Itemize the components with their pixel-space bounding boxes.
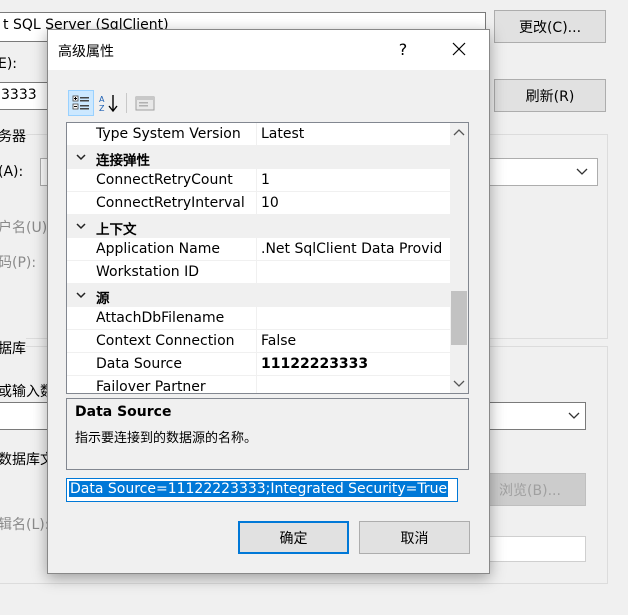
property-row[interactable]: Context Connection False	[67, 330, 450, 353]
property-name: Data Source	[96, 356, 182, 372]
property-value[interactable]: 1	[261, 172, 449, 188]
description-title: Data Source	[75, 404, 172, 420]
password-label: 码(P):	[0, 255, 37, 271]
server-value: 3333	[1, 87, 37, 103]
toolbar-separator	[126, 93, 127, 113]
attach-db-label: 数据库文	[0, 452, 54, 468]
connection-string-field[interactable]: Data Source=11122223333;Integrated Secur…	[66, 478, 458, 502]
change-button[interactable]: 更改(C)...	[494, 10, 606, 43]
property-row[interactable]: Workstation ID	[67, 261, 450, 284]
column-divider	[256, 307, 257, 330]
server-group-label: 务器	[0, 126, 26, 146]
alphabetical-view-button[interactable]: A Z	[96, 90, 122, 116]
collapse-chevron-icon[interactable]	[74, 286, 88, 304]
property-row[interactable]: Failover Partner	[67, 376, 450, 394]
column-divider	[256, 123, 257, 146]
db-select-left[interactable]	[0, 402, 50, 430]
column-divider	[256, 192, 257, 215]
property-name: ConnectRetryCount	[96, 172, 233, 188]
refresh-button[interactable]: 刷新(R)	[494, 79, 606, 112]
username-label: 户名(U):	[0, 220, 52, 236]
column-divider	[256, 169, 257, 192]
categorized-icon	[72, 95, 89, 110]
cancel-button[interactable]: 取消	[359, 521, 470, 554]
sort-alphabetical-icon: A Z	[99, 95, 118, 113]
ok-button[interactable]: 确定	[238, 521, 349, 554]
column-divider	[256, 376, 257, 393]
property-name: ConnectRetryInterval	[96, 195, 245, 211]
property-row[interactable]: AttachDbFilename	[67, 307, 450, 330]
property-value[interactable]: False	[261, 333, 449, 349]
property-row[interactable]: Application Name .Net SqlClient Data Prov…	[67, 238, 450, 261]
chevron-down-icon	[568, 412, 580, 419]
auth-select[interactable]	[486, 158, 598, 186]
chevron-up-icon	[453, 129, 465, 136]
auth-label: (A):	[0, 164, 24, 180]
db-select[interactable]	[486, 402, 586, 430]
description-text: 指示要连接到的数据源的名称。	[75, 431, 258, 446]
help-button[interactable]: ?	[388, 36, 418, 62]
category-row[interactable]: 连接弹性	[67, 146, 450, 169]
svg-text:A: A	[99, 95, 105, 104]
property-value[interactable]: 11122223333	[261, 356, 449, 372]
property-name: Context Connection	[96, 333, 235, 349]
column-divider	[256, 261, 257, 284]
property-name: Workstation ID	[96, 264, 199, 280]
column-divider	[256, 238, 257, 261]
collapse-chevron-icon[interactable]	[74, 217, 88, 235]
property-row[interactable]: ConnectRetryCount 1	[67, 169, 450, 192]
close-icon	[452, 42, 466, 56]
property-value[interactable]: 10	[261, 195, 449, 211]
advanced-properties-dialog: 高级属性 ? A Z Type System Version Latest 连接…	[47, 29, 490, 574]
server-name-field[interactable]: 3333	[0, 82, 48, 110]
dialog-titlebar: 高级属性 ?	[48, 30, 489, 70]
property-row[interactable]: Type System Version Latest	[67, 123, 450, 146]
scroll-thumb[interactable]	[451, 291, 467, 345]
close-button[interactable]	[444, 36, 474, 62]
logical-name-label: 辑名(L):	[0, 517, 50, 533]
category-row[interactable]: 上下文	[67, 215, 450, 238]
chevron-down-icon	[576, 168, 588, 175]
grid-scrollbar[interactable]	[450, 123, 468, 393]
logical-name-field[interactable]	[486, 536, 586, 562]
database-group-label: 据库	[0, 338, 26, 358]
category-name: 连接弹性	[96, 153, 150, 169]
dialog-title: 高级属性	[58, 44, 114, 60]
property-row[interactable]: ConnectRetryInterval 10	[67, 192, 450, 215]
browse-button[interactable]: 浏览(B)...	[474, 473, 586, 506]
scroll-up-button[interactable]	[450, 123, 468, 141]
property-name: Failover Partner	[96, 379, 206, 394]
property-name: Application Name	[96, 241, 220, 257]
property-name: Type System Version	[96, 126, 241, 142]
svg-text:Z: Z	[99, 104, 105, 113]
scroll-down-button[interactable]	[450, 375, 468, 393]
property-name: AttachDbFilename	[96, 310, 225, 326]
label-e: E):	[0, 56, 18, 72]
help-icon: ?	[398, 39, 408, 59]
property-pages-icon	[135, 96, 155, 111]
column-divider	[256, 353, 257, 376]
property-value[interactable]: .Net SqlClient Data Provid	[261, 241, 449, 257]
property-row[interactable]: Data Source 11122223333	[67, 353, 450, 376]
categorized-view-button[interactable]	[68, 90, 94, 116]
column-divider	[256, 330, 257, 353]
property-pages-button[interactable]	[132, 90, 158, 116]
connection-string-text: Data Source=11122223333;Integrated Secur…	[69, 481, 449, 497]
property-value[interactable]: Latest	[261, 126, 449, 142]
category-name: 源	[96, 291, 110, 307]
chevron-down-icon	[453, 380, 465, 387]
property-grid: Type System Version Latest 连接弹性 ConnectRetr…	[66, 122, 469, 394]
collapse-chevron-icon[interactable]	[74, 148, 88, 166]
description-panel: Data Source 指示要连接到的数据源的名称。	[66, 398, 469, 470]
category-name: 上下文	[96, 222, 137, 238]
select-db-label: 或输入数	[0, 384, 54, 400]
category-row[interactable]: 源	[67, 284, 450, 307]
